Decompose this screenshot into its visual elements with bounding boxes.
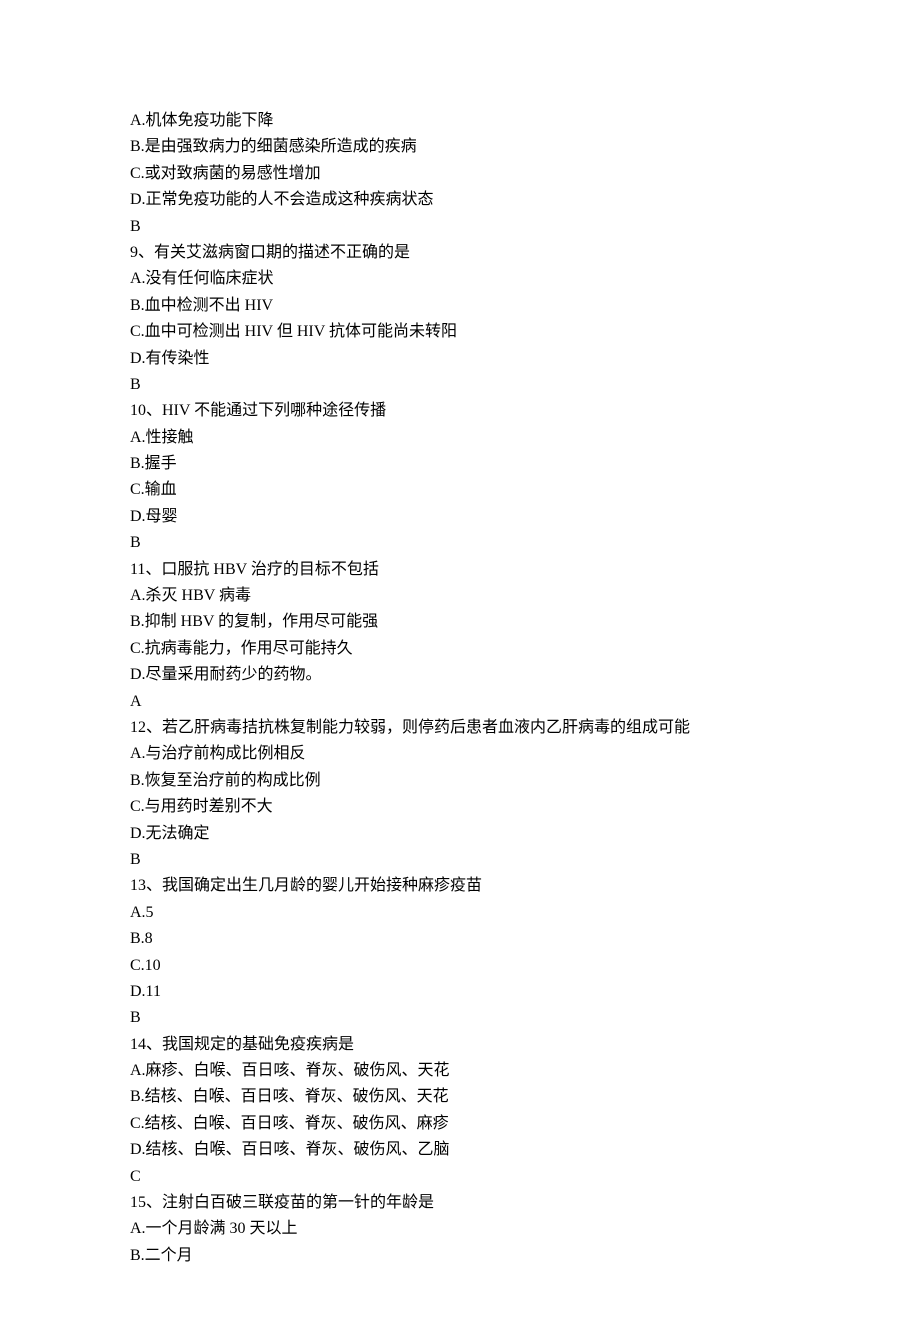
text-line: 9、有关艾滋病窗口期的描述不正确的是 — [130, 240, 790, 266]
text-line: C — [130, 1164, 790, 1190]
text-line: A.杀灭 HBV 病毒 — [130, 583, 790, 609]
text-line: D.正常免疫功能的人不会造成这种疾病状态 — [130, 187, 790, 213]
text-line: A.一个月龄满 30 天以上 — [130, 1216, 790, 1242]
text-line: B.是由强致病力的细菌感染所造成的疾病 — [130, 134, 790, 160]
text-line: C.结核、白喉、百日咳、脊灰、破伤风、麻疹 — [130, 1111, 790, 1137]
text-line: D.尽量采用耐药少的药物。 — [130, 662, 790, 688]
text-line: D.母婴 — [130, 504, 790, 530]
text-line: C.血中可检测出 HIV 但 HIV 抗体可能尚未转阳 — [130, 319, 790, 345]
text-line: A.与治疗前构成比例相反 — [130, 741, 790, 767]
text-line: C.抗病毒能力，作用尽可能持久 — [130, 636, 790, 662]
text-line: B — [130, 372, 790, 398]
text-line: D.无法确定 — [130, 821, 790, 847]
text-line: B — [130, 847, 790, 873]
text-line: B.抑制 HBV 的复制，作用尽可能强 — [130, 609, 790, 635]
text-line: C.或对致病菌的易感性增加 — [130, 161, 790, 187]
text-line: B — [130, 214, 790, 240]
text-line: B.二个月 — [130, 1243, 790, 1269]
text-line: 15、注射白百破三联疫苗的第一针的年龄是 — [130, 1190, 790, 1216]
text-line: A — [130, 689, 790, 715]
text-line: D.11 — [130, 979, 790, 1005]
text-line: 10、HIV 不能通过下列哪种途径传播 — [130, 398, 790, 424]
text-line: A.没有任何临床症状 — [130, 266, 790, 292]
text-line: C.10 — [130, 953, 790, 979]
text-line: B.8 — [130, 926, 790, 952]
text-line: A.性接触 — [130, 425, 790, 451]
text-line: 11、口服抗 HBV 治疗的目标不包括 — [130, 557, 790, 583]
text-line: A.麻疹、白喉、百日咳、脊灰、破伤风、天花 — [130, 1058, 790, 1084]
text-line: B.握手 — [130, 451, 790, 477]
text-line: B.恢复至治疗前的构成比例 — [130, 768, 790, 794]
document-page: A.机体免疫功能下降B.是由强致病力的细菌感染所造成的疾病C.或对致病菌的易感性… — [0, 0, 920, 1329]
text-line: B.血中检测不出 HIV — [130, 293, 790, 319]
text-line: D.结核、白喉、百日咳、脊灰、破伤风、乙脑 — [130, 1137, 790, 1163]
text-line: 14、我国规定的基础免疫疾病是 — [130, 1032, 790, 1058]
text-line: B.结核、白喉、百日咳、脊灰、破伤风、天花 — [130, 1084, 790, 1110]
text-line: C.与用药时差别不大 — [130, 794, 790, 820]
text-line: 13、我国确定出生几月龄的婴儿开始接种麻疹疫苗 — [130, 873, 790, 899]
text-line: 12、若乙肝病毒拮抗株复制能力较弱，则停药后患者血液内乙肝病毒的组成可能 — [130, 715, 790, 741]
text-line: B — [130, 1005, 790, 1031]
text-line: A.机体免疫功能下降 — [130, 108, 790, 134]
document-body: A.机体免疫功能下降B.是由强致病力的细菌感染所造成的疾病C.或对致病菌的易感性… — [130, 108, 790, 1269]
text-line: C.输血 — [130, 477, 790, 503]
text-line: D.有传染性 — [130, 346, 790, 372]
text-line: A.5 — [130, 900, 790, 926]
text-line: B — [130, 530, 790, 556]
